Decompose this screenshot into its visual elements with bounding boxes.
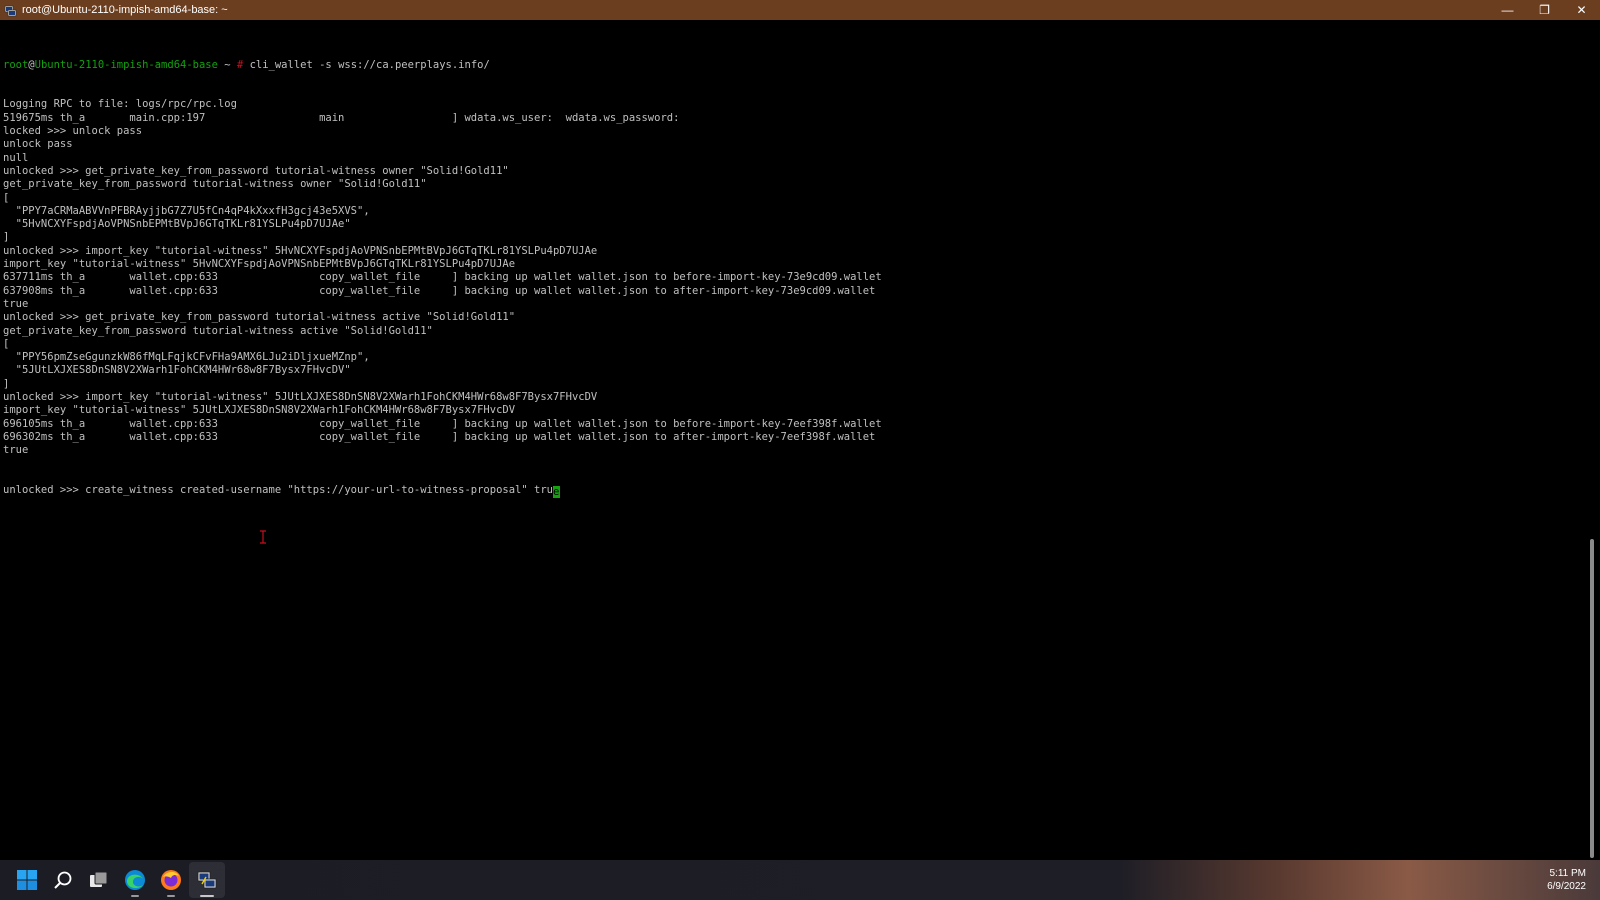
terminal-line: Logging RPC to file: logs/rpc/rpc.log bbox=[3, 98, 237, 111]
first-command: cli_wallet -s wss://ca.peerplays.info/ bbox=[243, 58, 490, 71]
windows-start-icon bbox=[17, 870, 37, 890]
running-indicator bbox=[131, 895, 139, 897]
text-cursor: e bbox=[552, 486, 560, 499]
search-button[interactable] bbox=[45, 862, 81, 898]
task-view-icon bbox=[90, 871, 108, 887]
terminal-output: root@Ubuntu-2110-impish-amd64-base ~ # c… bbox=[3, 32, 882, 524]
terminal-line: get_private_key_from_password tutorial-w… bbox=[3, 178, 427, 191]
terminal-line: import_key "tutorial-witness" 5JUtLXJXES… bbox=[3, 404, 516, 417]
terminal-line: unlocked >>> get_private_key_from_passwo… bbox=[3, 311, 516, 324]
clock-date: 6/9/2022 bbox=[1547, 881, 1586, 892]
terminal-line: import_key "tutorial-witness" 5HvNCXYFsp… bbox=[3, 258, 516, 271]
putty-terminal-icon bbox=[197, 871, 217, 889]
terminal-line: 637711ms th_a wallet.cpp:633 copy_wallet… bbox=[3, 271, 882, 284]
terminal-line: [ bbox=[3, 191, 10, 204]
terminal-line: true bbox=[3, 297, 29, 310]
prompt-user: root bbox=[3, 58, 29, 71]
putty-icon bbox=[3, 3, 17, 17]
prompt-host: Ubuntu-2110-impish-amd64-base bbox=[34, 58, 218, 71]
prompt-line: root@Ubuntu-2110-impish-amd64-base ~ # c… bbox=[3, 59, 882, 72]
close-button[interactable]: ✕ bbox=[1563, 0, 1600, 20]
clock-time: 5:11 PM bbox=[1549, 868, 1587, 879]
firefox-icon bbox=[161, 870, 181, 890]
taskbar bbox=[0, 860, 1600, 900]
terminal-line: null bbox=[3, 151, 29, 164]
terminal-line: "PPY56pmZseGgunzkW86fMqLFqjkCFvFHa9AMX6L… bbox=[3, 351, 370, 364]
terminal-line: 519675ms th_a main.cpp:197 main ] wdata.… bbox=[3, 111, 680, 124]
maximize-button[interactable]: ❐ bbox=[1526, 0, 1563, 20]
output-lines: Logging RPC to file: logs/rpc/rpc.log 519… bbox=[3, 98, 882, 457]
terminal-line: ] bbox=[3, 231, 10, 244]
edge-taskbar-button[interactable] bbox=[117, 862, 153, 898]
terminal-line: "5JUtLXJXES8DnSN8V2XWarh1FohCKM4HWr68w8F… bbox=[3, 364, 351, 377]
prompt-path: ~ bbox=[217, 58, 237, 71]
terminal-line: unlocked >>> import_key "tutorial-witnes… bbox=[3, 244, 598, 257]
firefox-taskbar-button[interactable] bbox=[153, 862, 189, 898]
terminal-line: 696105ms th_a wallet.cpp:633 copy_wallet… bbox=[3, 417, 882, 430]
start-button[interactable] bbox=[9, 862, 45, 898]
title-bar[interactable]: root@Ubuntu-2110-impish-amd64-base: ~ — … bbox=[0, 0, 1600, 20]
terminal-line: [ bbox=[3, 337, 10, 350]
terminal-area[interactable]: root@Ubuntu-2110-impish-amd64-base ~ # c… bbox=[0, 20, 1584, 860]
terminal-line: locked >>> unlock pass bbox=[3, 125, 143, 138]
terminal-line: get_private_key_from_password tutorial-w… bbox=[3, 324, 433, 337]
terminal-line: true bbox=[3, 444, 29, 457]
ibeam-cursor-icon bbox=[260, 530, 266, 544]
terminal-line: "PPY7aCRMaABVVnPFBRAyjjbG7Z7U5fCn4qP4kXx… bbox=[3, 204, 370, 217]
task-view-button[interactable] bbox=[81, 862, 117, 898]
prompt-at: @ bbox=[28, 58, 35, 71]
current-input: unlocked >>> create_witness created-user… bbox=[3, 484, 553, 497]
scrollbar-thumb[interactable] bbox=[1590, 539, 1594, 858]
terminal-line: "5HvNCXYFspdjAoVPNSnbEPMtBVpJ6GTqTKLr81Y… bbox=[3, 218, 351, 231]
running-indicator bbox=[167, 895, 175, 897]
terminal-line: unlocked >>> import_key "tutorial-witnes… bbox=[3, 391, 598, 404]
terminal-line: 637908ms th_a wallet.cpp:633 copy_wallet… bbox=[3, 284, 876, 297]
edge-browser-icon bbox=[125, 870, 145, 890]
terminal-line: unlocked >>> get_private_key_from_passwo… bbox=[3, 164, 509, 177]
window-title: root@Ubuntu-2110-impish-amd64-base: ~ bbox=[22, 4, 228, 16]
current-input-line[interactable]: unlocked >>> create_witness created-user… bbox=[3, 484, 882, 499]
terminal-line: unlock pass bbox=[3, 138, 73, 151]
vertical-scrollbar[interactable] bbox=[1584, 20, 1600, 860]
minimize-button[interactable]: — bbox=[1489, 0, 1526, 20]
putty-taskbar-button[interactable] bbox=[189, 862, 225, 898]
active-indicator bbox=[200, 895, 214, 897]
terminal-line: ] bbox=[3, 377, 10, 390]
terminal-window: root@Ubuntu-2110-impish-amd64-base: ~ — … bbox=[0, 0, 1600, 860]
search-icon bbox=[54, 871, 72, 889]
system-clock[interactable]: 5:11 PM 6/9/2022 bbox=[1547, 867, 1586, 893]
terminal-line: 696302ms th_a wallet.cpp:633 copy_wallet… bbox=[3, 430, 876, 443]
